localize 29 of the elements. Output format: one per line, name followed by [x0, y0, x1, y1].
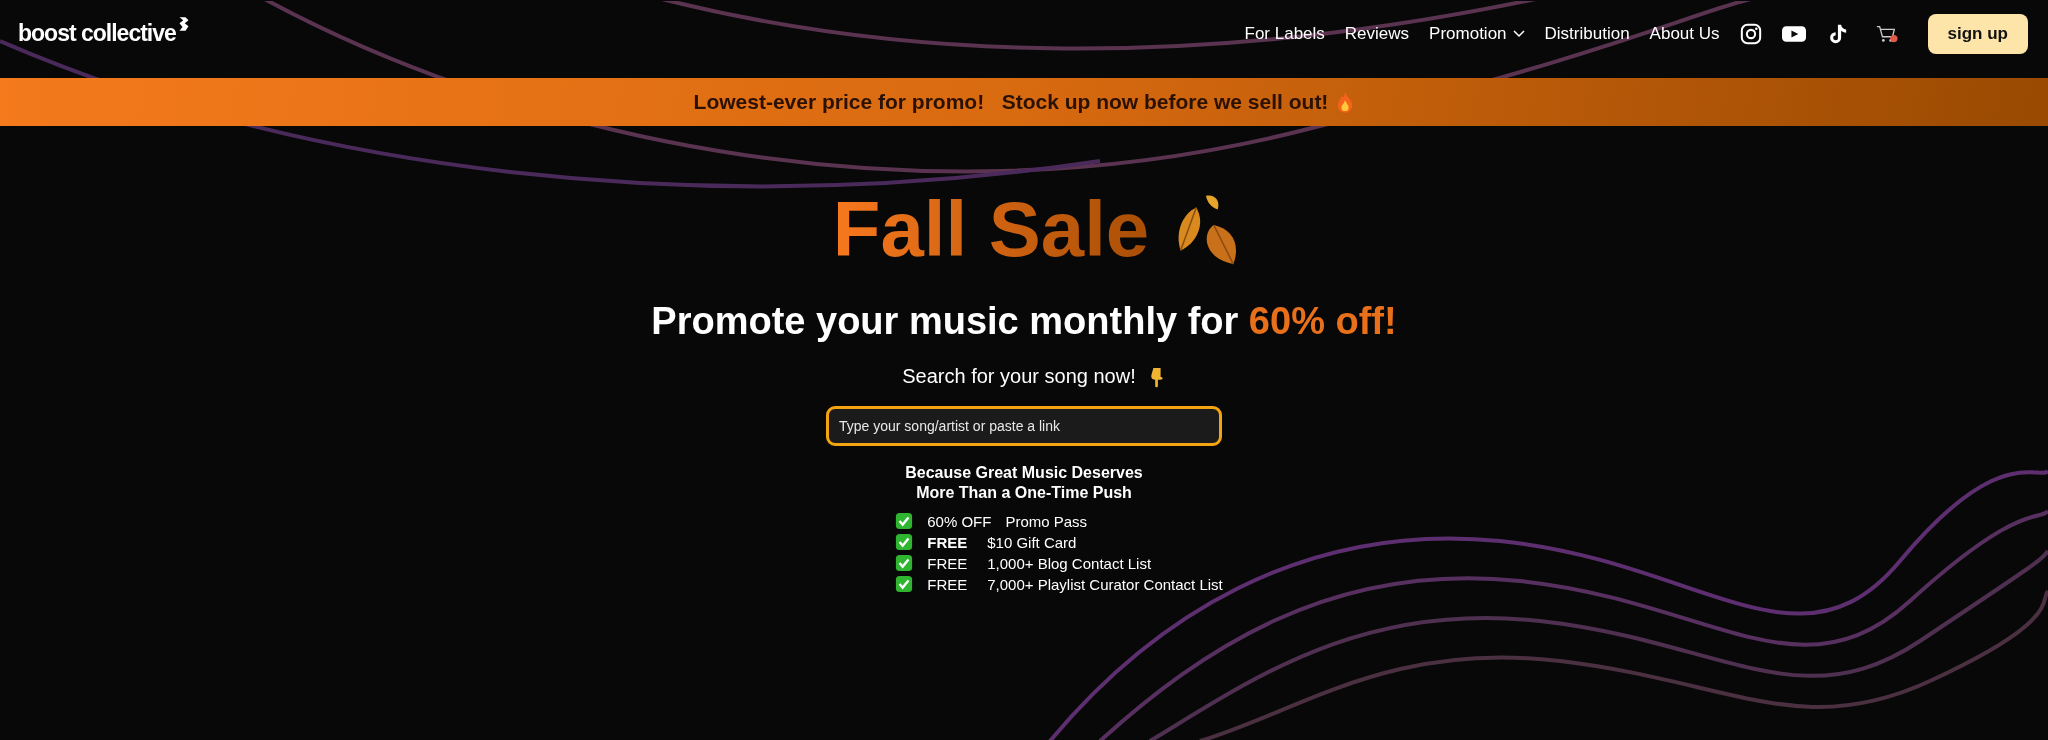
- perk-text: $10 Gift Card: [987, 533, 1077, 551]
- perk-text: 1,000+ Blog Contact List: [987, 554, 1152, 572]
- check-icon: [895, 512, 914, 530]
- nav-link[interactable]: Promotion: [1429, 23, 1525, 44]
- fire-icon: [1336, 91, 1355, 113]
- check-icon: [895, 554, 914, 572]
- tagline-text: Because Great Music Deserves: [905, 464, 1143, 482]
- tagline-text: More Than a One-Time Push: [916, 484, 1132, 502]
- perk-label: FREE: [927, 575, 969, 593]
- headline: Promote your music monthly for 60% off!: [651, 300, 1397, 343]
- search-prompt: Search for your song now!: [902, 365, 1136, 388]
- nav-link[interactable]: About Us: [1649, 23, 1720, 44]
- perk-label: FREE: [927, 533, 969, 551]
- perk-label: 60% OFF: [927, 512, 992, 530]
- sign-up-button[interactable]: sign up: [1927, 13, 2028, 54]
- check-icon: [895, 533, 914, 551]
- instagram-icon[interactable]: [1739, 22, 1762, 45]
- promo-text: Lowest-ever price for promo! Stock up now before we sell out!: [693, 90, 1329, 114]
- search-field[interactable]: Type your song/artist or paste a link: [826, 406, 1222, 446]
- caret-icon[interactable]: [1512, 29, 1525, 38]
- logo-mark-icon[interactable]: [177, 16, 190, 32]
- perk-text: 7,000+ Playlist Curator Contact List: [987, 575, 1223, 593]
- perk-label: FREE: [927, 554, 969, 572]
- nav-link[interactable]: Reviews: [1344, 23, 1410, 44]
- check-icon: [895, 575, 914, 593]
- nav-link[interactable]: For Labels: [1244, 23, 1325, 44]
- nav-link[interactable]: Distribution: [1544, 23, 1630, 44]
- perk-text: Promo Pass: [1005, 512, 1088, 530]
- logo-text[interactable]: boost collective: [18, 20, 176, 47]
